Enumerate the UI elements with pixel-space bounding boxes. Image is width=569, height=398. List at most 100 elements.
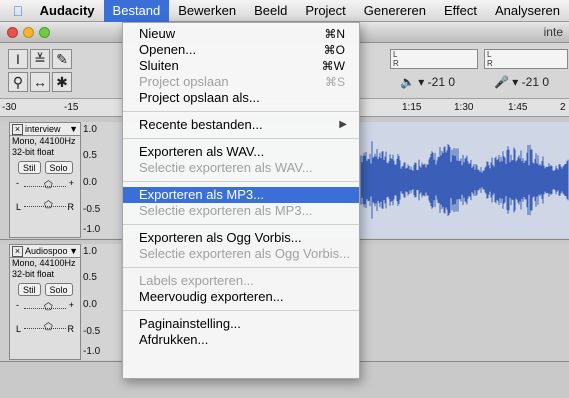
meter-left-label-2: L [487, 50, 492, 59]
pan-right-label: R [67, 324, 75, 334]
close-track-icon[interactable]: × [12, 123, 23, 135]
menu-item-label: Sluiten [139, 58, 179, 73]
menu-item-openen[interactable]: Openen... ⌘O [123, 42, 359, 58]
menu-item-shortcut: ⌘S [324, 75, 345, 89]
envelope-tool-icon[interactable]: ≚ [30, 49, 50, 69]
track-format: Mono, 44100Hz [12, 258, 76, 268]
menu-item-label: Project opslaan [139, 74, 229, 89]
menu-item-recente-bestanden[interactable]: Recente bestanden... ▶ [123, 117, 359, 133]
slider-knob-icon[interactable]: ⬠ [44, 200, 53, 211]
track-control-panel: × Audiospoo ▼ Mono, 44100Hz 32-bit float… [9, 244, 81, 360]
menu-item-shortcut: ⌘O [323, 43, 345, 57]
record-volume-control[interactable]: 🎤 ▾ -21 0 [494, 75, 549, 89]
menu-item-sluiten[interactable]: Sluiten ⌘W [123, 58, 359, 74]
ruler-label: -30 [2, 102, 17, 113]
menu-analyseren[interactable]: Analyseren [486, 0, 569, 22]
file-menu-dropdown: Nieuw ⌘N Openen... ⌘O Sluiten ⌘W Project… [122, 22, 360, 379]
track-name-menu[interactable]: × Audiospoo ▼ [10, 245, 80, 258]
menu-item-project-opslaan-als[interactable]: Project opslaan als... [123, 90, 359, 106]
menu-item-label: Project opslaan als... [139, 90, 260, 105]
microphone-icon: 🎤 [494, 75, 509, 89]
ruler-label: -15 [64, 102, 79, 113]
menu-genereren[interactable]: Genereren [355, 0, 435, 22]
close-window-icon[interactable] [7, 27, 18, 38]
menu-item-label: Meervoudig exporteren... [139, 289, 284, 304]
plus-label: + [68, 300, 74, 310]
menu-item-label: Exporteren als MP3... [139, 187, 264, 202]
zoom-tool-icon[interactable]: ⚲ [8, 72, 28, 92]
draw-tool-icon[interactable]: ✎ [52, 49, 72, 69]
track-control-panel: × interview ▼ Mono, 44100Hz 32-bit float… [9, 122, 81, 238]
pan-left-label: L [16, 202, 22, 212]
mute-button[interactable]: Stil [18, 283, 41, 296]
menu-separator [123, 138, 359, 139]
scale-label: 1.0 [83, 124, 97, 135]
scale-label: 0.5 [83, 272, 97, 283]
menu-item-export-selection-ogg: Selectie exporteren als Ogg Vorbis... [123, 246, 359, 262]
menu-item-label: Recente bestanden... [139, 117, 263, 132]
menu-separator [123, 267, 359, 268]
scale-label: -0.5 [83, 204, 101, 215]
menu-item-print[interactable]: Afdrukken... [123, 332, 359, 348]
scale-label: 0.5 [83, 150, 97, 161]
ruler-label: 2 [560, 102, 566, 113]
menu-item-label: Openen... [139, 42, 197, 57]
track-name-menu[interactable]: × interview ▼ [10, 123, 80, 136]
menu-item-export-multiple[interactable]: Meervoudig exporteren... [123, 289, 359, 305]
slider-knob-icon[interactable]: ⬠ [44, 302, 53, 313]
track-bitdepth: 32-bit float [12, 147, 55, 157]
ruler-label: 1:15 [402, 102, 422, 113]
menu-bestand[interactable]: Bestand [103, 0, 170, 22]
menu-item-export-mp3[interactable]: Exporteren als MP3... [123, 187, 359, 203]
minimize-window-icon[interactable] [23, 27, 34, 38]
menu-app-audacity[interactable]: Audacity [36, 0, 104, 22]
record-db-value: -21 0 [521, 75, 550, 89]
menu-separator [123, 181, 359, 182]
track-name: Audiospoo [25, 246, 68, 256]
minus-label: - [16, 178, 19, 188]
scale-label: 0.0 [83, 177, 97, 188]
dropdown-icon-2[interactable]: ▾ [512, 75, 518, 89]
dropdown-icon[interactable]: ▾ [418, 75, 424, 89]
menu-item-label: Exporteren als Ogg Vorbis... [139, 230, 302, 245]
pan-right-label: R [67, 202, 75, 212]
zoom-window-icon[interactable] [39, 27, 50, 38]
menu-item-label: Afdrukken... [139, 332, 209, 347]
solo-button[interactable]: Solo [44, 161, 73, 174]
pan-slider[interactable]: L ⬠ R [16, 320, 74, 336]
menu-item-project-opslaan: Project opslaan ⌘S [123, 74, 359, 90]
menu-project[interactable]: Project [296, 0, 354, 22]
menu-bewerken[interactable]: Bewerken [169, 0, 245, 22]
gain-slider[interactable]: - ⬠ + [16, 300, 74, 316]
selection-tool-icon[interactable]: I [8, 49, 28, 69]
menu-item-export-selection-mp3: Selectie exporteren als MP3... [123, 203, 359, 219]
timeshift-tool-icon[interactable]: ↔ [30, 72, 50, 92]
plus-label: + [68, 178, 74, 188]
gain-slider[interactable]: - ⬠ + [16, 178, 74, 194]
pan-slider[interactable]: L ⬠ R [16, 198, 74, 214]
slider-knob-icon[interactable]: ⬠ [44, 180, 53, 191]
submenu-arrow-icon: ▶ [339, 119, 347, 130]
amplitude-scale: 1.0 0.5 0.0 -0.5 -1.0 [81, 122, 121, 238]
menu-item-export-wav[interactable]: Exporteren als WAV... [123, 144, 359, 160]
menu-item-nieuw[interactable]: Nieuw ⌘N [123, 26, 359, 42]
menu-separator [123, 111, 359, 112]
menu-item-page-setup[interactable]: Paginainstelling... [123, 316, 359, 332]
scale-label: 0.0 [83, 299, 97, 310]
menu-item-export-labels: Labels exporteren... [123, 273, 359, 289]
menu-beeld[interactable]: Beeld [245, 0, 296, 22]
playback-meter: L R [390, 49, 478, 69]
multi-tool-icon[interactable]: ✱ [52, 72, 72, 92]
menu-bar:  Audacity Bestand Bewerken Beeld Projec… [0, 0, 569, 22]
meter-left-label: L [393, 50, 398, 59]
menu-item-shortcut: ⌘N [324, 27, 345, 41]
apple-icon[interactable]:  [0, 3, 36, 19]
playback-volume-control[interactable]: 🔈 ▾ -21 0 [400, 75, 455, 89]
solo-button[interactable]: Solo [44, 283, 73, 296]
slider-knob-icon[interactable]: ⬠ [44, 322, 53, 333]
menu-effect[interactable]: Effect [435, 0, 486, 22]
menu-item-export-ogg[interactable]: Exporteren als Ogg Vorbis... [123, 230, 359, 246]
ruler-label: 1:45 [508, 102, 528, 113]
close-track-icon[interactable]: × [12, 245, 23, 257]
mute-button[interactable]: Stil [18, 161, 41, 174]
